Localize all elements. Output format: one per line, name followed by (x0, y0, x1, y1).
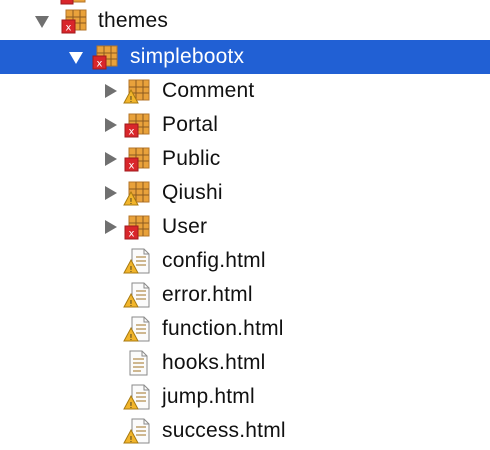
tree-item-label: simplebootx (130, 45, 245, 68)
chevron-right-icon[interactable] (101, 218, 119, 236)
folder-warning-icon: ! (123, 79, 150, 104)
tree-item-label: function.html (162, 317, 284, 340)
folder-error-icon: x (124, 215, 150, 240)
html-file-warning-icon: ! (123, 418, 150, 444)
svg-text:!: ! (129, 299, 132, 308)
svg-text:!: ! (129, 265, 132, 274)
folder-error-icon: x (124, 147, 150, 172)
svg-text:!: ! (129, 401, 132, 410)
tree-item-label: Public (162, 147, 221, 170)
tree-item-label: success.html (162, 419, 286, 442)
html-file-warning-icon: ! (123, 316, 150, 342)
chevron-down-icon[interactable] (33, 12, 51, 30)
svg-text:x: x (129, 229, 135, 240)
tree-item-simplebootx[interactable]: x simplebootx (0, 40, 490, 74)
html-file-icon (129, 350, 148, 376)
svg-text:!: ! (129, 197, 132, 206)
tree-item-label: Qiushi (162, 181, 223, 204)
html-file-warning-icon: ! (123, 248, 150, 274)
html-file-warning-icon: ! (123, 282, 150, 308)
tree-item-qiushi[interactable]: ! Qiushi (0, 176, 490, 210)
tree-item-success-html[interactable]: ! success.html (0, 414, 490, 448)
svg-text:!: ! (129, 333, 132, 342)
tree-item-label: themes (98, 9, 169, 32)
project-explorer-tree: x themes x simplebootx ! Comment x Porta… (0, 0, 490, 450)
folder-error-icon: x (92, 45, 118, 70)
svg-text:x: x (129, 127, 135, 138)
svg-text:x: x (97, 59, 103, 70)
chevron-right-icon[interactable] (101, 184, 119, 202)
svg-text:x: x (129, 161, 135, 172)
folder-error-icon: x (61, 9, 87, 34)
html-file-warning-icon: ! (123, 384, 150, 410)
tree-item-themes[interactable]: x themes (0, 4, 490, 38)
svg-text:x: x (66, 23, 72, 34)
svg-text:!: ! (129, 95, 132, 104)
tree-item-label: Comment (162, 79, 255, 102)
tree-item-error-html[interactable]: ! error.html (0, 278, 490, 312)
folder-error-icon: x (124, 113, 150, 138)
tree-item-label: jump.html (162, 385, 255, 408)
tree-item-label: error.html (162, 283, 253, 306)
tree-item-public[interactable]: x Public (0, 142, 490, 176)
tree-item-portal[interactable]: x Portal (0, 108, 490, 142)
chevron-right-icon[interactable] (101, 82, 119, 100)
chevron-right-icon[interactable] (101, 116, 119, 134)
tree-item-function-html[interactable]: ! function.html (0, 312, 490, 346)
tree-item-label: hooks.html (162, 351, 266, 374)
tree-item-config-html[interactable]: ! config.html (0, 244, 490, 278)
tree-item-comment[interactable]: ! Comment (0, 74, 490, 108)
tree-item-jump-html[interactable]: ! jump.html (0, 380, 490, 414)
tree-item-hooks-html[interactable]: hooks.html (0, 346, 490, 380)
tree-item-label: Portal (162, 113, 219, 136)
chevron-right-icon[interactable] (101, 150, 119, 168)
svg-text:!: ! (129, 435, 132, 444)
folder-warning-icon: ! (123, 181, 150, 206)
chevron-down-icon[interactable] (67, 48, 85, 66)
tree-item-label: User (162, 215, 208, 238)
tree-item-user[interactable]: x User (0, 210, 490, 244)
tree-item-label: config.html (162, 249, 266, 272)
